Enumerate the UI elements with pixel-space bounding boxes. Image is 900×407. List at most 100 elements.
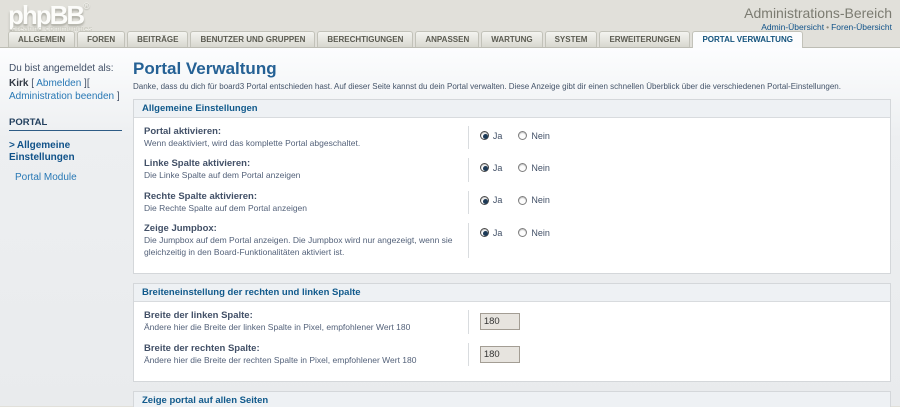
sidebar-item-portal-module: Portal Module — [9, 172, 122, 184]
fieldset-legend: Zeige portal auf allen Seiten — [134, 392, 890, 407]
setting-labels: Zeige Jumpbox:Die Jumpbox auf dem Portal… — [144, 223, 468, 258]
fieldset-legend: Allgemeine Einstellungen — [134, 100, 890, 118]
radio-option-nein[interactable]: Nein — [518, 131, 550, 141]
header-right: Administrations-Bereich Admin-Übersicht•… — [744, 2, 894, 32]
radio-option-label: Ja — [493, 195, 503, 205]
setting-control — [468, 343, 880, 366]
setting-labels: Portal aktivieren:Wenn deaktiviert, wird… — [144, 126, 468, 149]
header: phpBB® creating communities Administrati… — [0, 0, 900, 33]
active-item-marker: > — [9, 140, 15, 151]
radio-option-label: Ja — [493, 228, 503, 238]
radio-icon[interactable] — [518, 163, 527, 172]
setting-description: Ändere hier die Breite der rechten Spalt… — [144, 355, 456, 366]
sidebar-item-link[interactable]: Portal Module — [15, 172, 77, 183]
tab-allgemein[interactable]: ALLGEMEIN — [8, 31, 75, 47]
radio-icon[interactable] — [480, 196, 489, 205]
setting-description: Die Jumpbox auf dem Portal anzeigen. Die… — [144, 235, 456, 258]
radio-icon[interactable] — [480, 228, 489, 237]
setting-description: Die Linke Spalte auf dem Portal anzeigen — [144, 170, 456, 181]
setting-control: Ja Nein — [468, 191, 880, 214]
setting-control: Ja Nein — [468, 126, 880, 149]
setting-description: Wenn deaktiviert, wird das komplette Por… — [144, 138, 456, 149]
radio-option-label: Nein — [531, 131, 550, 141]
setting-control: Ja Nein — [468, 158, 880, 181]
session-user-line: Kirk [ Abmelden ][ Administration beende… — [9, 77, 122, 104]
setting-control — [468, 310, 880, 333]
bracket: ][ — [81, 78, 89, 89]
setting-row: Linke Spalte aktivieren:Die Linke Spalte… — [144, 158, 880, 181]
main-content: Portal Verwaltung Danke, dass du dich fü… — [126, 48, 900, 406]
sidebar: Du bist angemeldet als: Kirk [ Abmelden … — [0, 48, 126, 406]
radio-icon[interactable] — [518, 131, 527, 140]
tab-foren[interactable]: FOREN — [77, 31, 125, 47]
radio-option-ja[interactable]: Ja — [480, 195, 503, 205]
link-separator: • — [826, 22, 829, 32]
fieldset-2: Zeige portal auf allen SeitenZeige porta… — [133, 391, 891, 407]
forum-overview-link[interactable]: Foren-Übersicht — [831, 22, 892, 32]
fieldset-rows: Portal aktivieren:Wenn deaktiviert, wird… — [134, 118, 890, 273]
sidebar-menu: >Allgemeine Einstellungen Portal Module — [9, 140, 122, 184]
setting-row: Zeige Jumpbox:Die Jumpbox auf dem Portal… — [144, 223, 880, 258]
width-input[interactable] — [480, 346, 520, 363]
radio-icon[interactable] — [480, 131, 489, 140]
setting-row: Rechte Spalte aktivieren:Die Rechte Spal… — [144, 191, 880, 214]
setting-row: Breite der linken Spalte:Ändere hier die… — [144, 310, 880, 333]
setting-description: Ändere hier die Breite der linken Spalte… — [144, 322, 456, 333]
radio-option-nein[interactable]: Nein — [518, 195, 550, 205]
sidebar-item-allgemeine-einstellungen: >Allgemeine Einstellungen — [9, 140, 122, 164]
settings-form: Allgemeine Einstellungen Portal aktiviere… — [133, 99, 891, 407]
setting-labels: Rechte Spalte aktivieren:Die Rechte Spal… — [144, 191, 468, 214]
session-note: Du bist angemeldet als: — [9, 62, 122, 76]
bracket: ] — [114, 91, 120, 102]
setting-label: Zeige Jumpbox: — [144, 223, 456, 234]
radio-option-label: Nein — [531, 195, 550, 205]
sidebar-section-portal: PORTAL — [9, 117, 122, 131]
fieldset-legend: Breiteneinstellung der rechten und linke… — [134, 284, 890, 302]
setting-labels: Breite der rechten Spalte:Ändere hier di… — [144, 343, 468, 366]
fieldset-rows: Breite der linken Spalte:Ändere hier die… — [134, 302, 890, 381]
tab-beitr-ge[interactable]: BEITRÄGE — [127, 31, 188, 47]
radio-option-label: Nein — [531, 163, 550, 173]
fieldset-0: Allgemeine Einstellungen Portal aktiviere… — [133, 99, 891, 274]
logout-link[interactable]: Abmelden — [36, 78, 81, 89]
radio-icon[interactable] — [480, 163, 489, 172]
radio-option-nein[interactable]: Nein — [518, 163, 550, 173]
setting-row: Breite der rechten Spalte:Ändere hier di… — [144, 343, 880, 366]
setting-row: Portal aktivieren:Wenn deaktiviert, wird… — [144, 126, 880, 149]
tab-wartung[interactable]: WARTUNG — [481, 31, 542, 47]
setting-labels: Breite der linken Spalte:Ändere hier die… — [144, 310, 468, 333]
tab-portal-verwaltung[interactable]: PORTAL VERWALTUNG — [692, 31, 803, 48]
registered-mark: ® — [83, 1, 90, 11]
admin-page: phpBB® creating communities Administrati… — [0, 0, 900, 407]
radio-option-label: Nein — [531, 228, 550, 238]
end-admin-link[interactable]: Administration beenden — [9, 91, 114, 102]
radio-icon[interactable] — [518, 196, 527, 205]
tab-system[interactable]: SYSTEM — [545, 31, 598, 47]
setting-label: Rechte Spalte aktivieren: — [144, 191, 456, 202]
setting-control: Ja Nein — [468, 223, 880, 258]
width-input[interactable] — [480, 313, 520, 330]
radio-option-ja[interactable]: Ja — [480, 228, 503, 238]
fieldset-1: Breiteneinstellung der rechten und linke… — [133, 283, 891, 382]
setting-description: Die Rechte Spalte auf dem Portal anzeige… — [144, 203, 456, 214]
setting-labels: Linke Spalte aktivieren:Die Linke Spalte… — [144, 158, 468, 181]
radio-option-ja[interactable]: Ja — [480, 163, 503, 173]
username: Kirk — [9, 78, 28, 89]
setting-label: Portal aktivieren: — [144, 126, 456, 137]
tab-erweiterungen[interactable]: ERWEITERUNGEN — [599, 31, 690, 47]
tab-bar: ALLGEMEINFORENBEITRÄGEBENUTZER UND GRUPP… — [0, 33, 900, 48]
admin-area-title: Administrations-Bereich — [744, 5, 892, 21]
page-title: Portal Verwaltung — [133, 59, 891, 79]
radio-option-label: Ja — [493, 163, 503, 173]
tab-berechtigungen[interactable]: BERECHTIGUNGEN — [317, 31, 413, 47]
tab-anpassen[interactable]: ANPASSEN — [415, 31, 479, 47]
radio-icon[interactable] — [518, 228, 527, 237]
radio-option-nein[interactable]: Nein — [518, 228, 550, 238]
setting-label: Linke Spalte aktivieren: — [144, 158, 456, 169]
body: Du bist angemeldet als: Kirk [ Abmelden … — [0, 48, 900, 406]
phpbb-logo: phpBB® creating communities — [6, 2, 93, 33]
setting-label: Breite der linken Spalte: — [144, 310, 456, 321]
tab-benutzer-und-gruppen[interactable]: BENUTZER UND GRUPPEN — [190, 31, 315, 47]
radio-option-ja[interactable]: Ja — [480, 131, 503, 141]
sidebar-item-link[interactable]: Allgemeine Einstellungen — [9, 140, 75, 163]
